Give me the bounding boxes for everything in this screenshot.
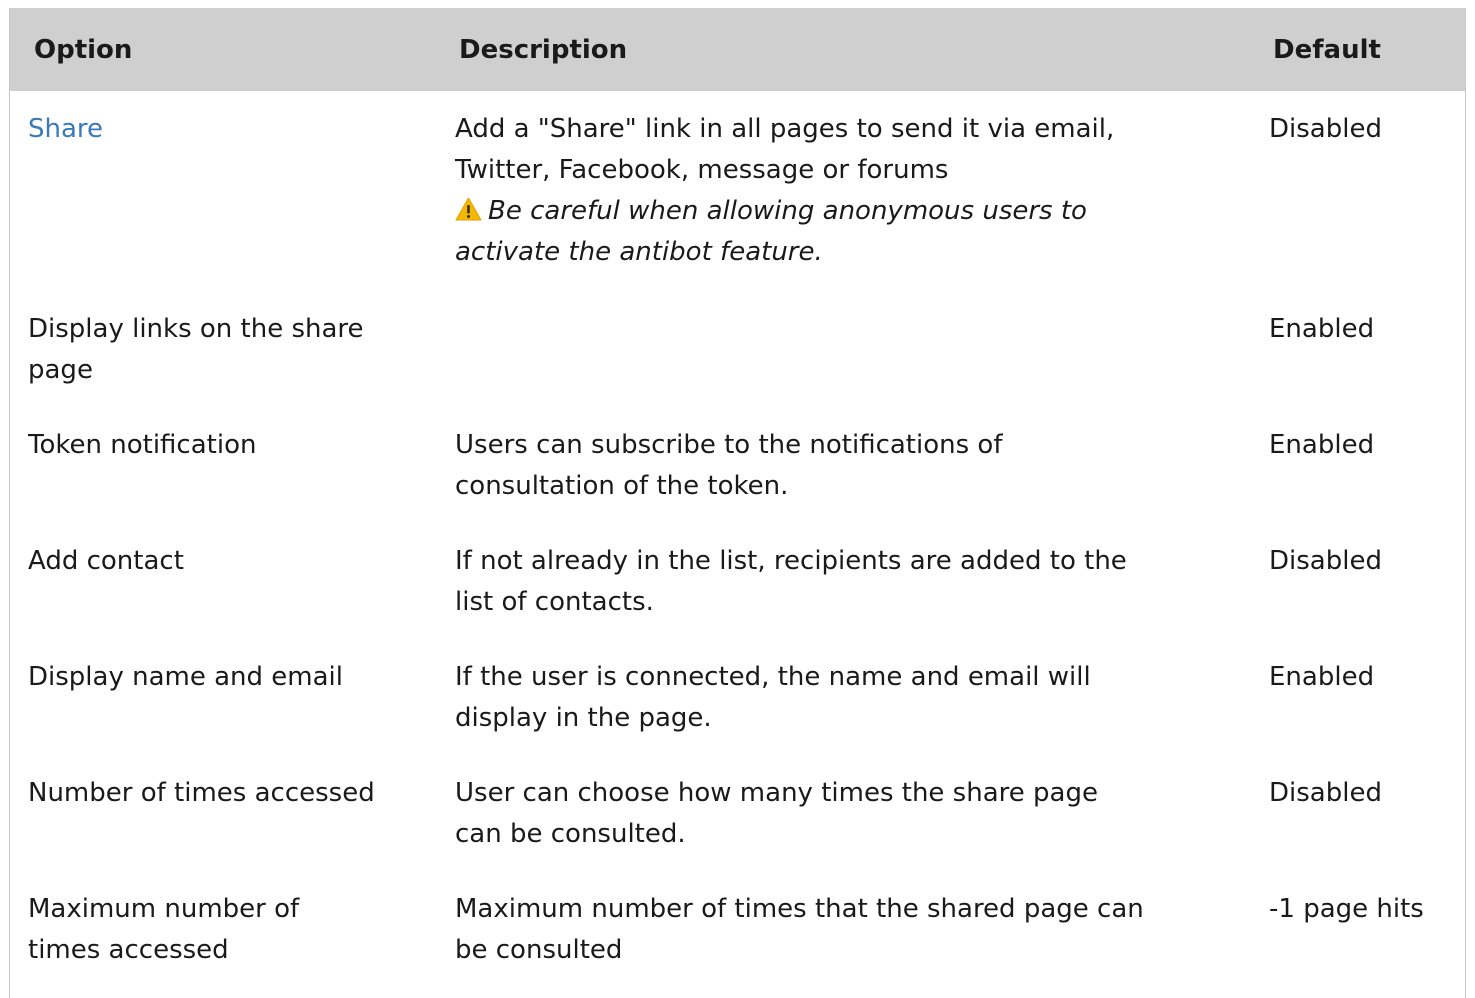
default-cell: Enabled	[1269, 430, 1375, 460]
description-cell: If not already in the list, recipients a…	[455, 541, 1127, 623]
option-line: page	[28, 355, 93, 385]
warning-icon	[455, 197, 482, 221]
default-cell: Disabled	[1269, 546, 1382, 576]
column-header-description: Description	[459, 35, 628, 65]
default-cell: Disabled	[1269, 778, 1382, 808]
option-cell: Display links on the share page	[28, 309, 364, 391]
description-line: be consulted	[455, 935, 623, 965]
description-line: Users can subscribe to the notifications…	[455, 430, 1003, 460]
description-line: User can choose how many times the share…	[455, 778, 1098, 808]
warning-text: Be careful when allowing anonymous users…	[488, 196, 1087, 226]
warning-note: Be careful when allowing anonymous users…	[455, 191, 1114, 232]
description-line: consultation of the token.	[455, 471, 789, 501]
column-header-default: Default	[1273, 35, 1381, 65]
column-header-option: Option	[34, 35, 133, 65]
option-line: times accessed	[28, 935, 229, 965]
warning-text-continued: activate the antibot feature.	[455, 237, 823, 267]
description-line: If not already in the list, recipients a…	[455, 546, 1127, 576]
option-cell: Maximum number of times accessed	[28, 889, 299, 971]
description-line: can be consulted.	[455, 819, 686, 849]
option-cell: Number of times accessed	[28, 778, 375, 808]
description-line: display in the page.	[455, 703, 712, 733]
description-cell: Maximum number of times that the shared …	[455, 889, 1144, 971]
description-cell: Add a "Share" link in all pages to send …	[455, 109, 1114, 273]
option-line: Maximum number of	[28, 894, 300, 924]
share-link[interactable]: Share	[28, 114, 103, 144]
option-cell: Add contact	[28, 546, 184, 576]
default-cell: -1 page hits	[1269, 894, 1424, 924]
description-line: Add a "Share" link in all pages to send …	[455, 114, 1115, 144]
description-cell: Users can subscribe to the notifications…	[455, 425, 1002, 507]
description-line: Twitter, Facebook, message or forums	[455, 155, 949, 185]
option-cell: Share	[28, 109, 103, 150]
description-cell: User can choose how many times the share…	[455, 773, 1098, 855]
option-line: Display links on the share	[28, 314, 364, 344]
options-table: Option Description Default Share Add a "…	[9, 8, 1466, 998]
table-header: Option Description Default	[10, 8, 1465, 91]
description-line: Maximum number of times that the shared …	[455, 894, 1144, 924]
default-cell: Disabled	[1269, 114, 1382, 144]
option-cell: Token notification	[28, 430, 257, 460]
description-line: list of contacts.	[455, 587, 654, 617]
option-cell: Display name and email	[28, 662, 343, 692]
description-line: If the user is connected, the name and e…	[455, 662, 1091, 692]
description-cell: If the user is connected, the name and e…	[455, 657, 1091, 739]
default-cell: Enabled	[1269, 314, 1375, 344]
default-cell: Enabled	[1269, 662, 1375, 692]
